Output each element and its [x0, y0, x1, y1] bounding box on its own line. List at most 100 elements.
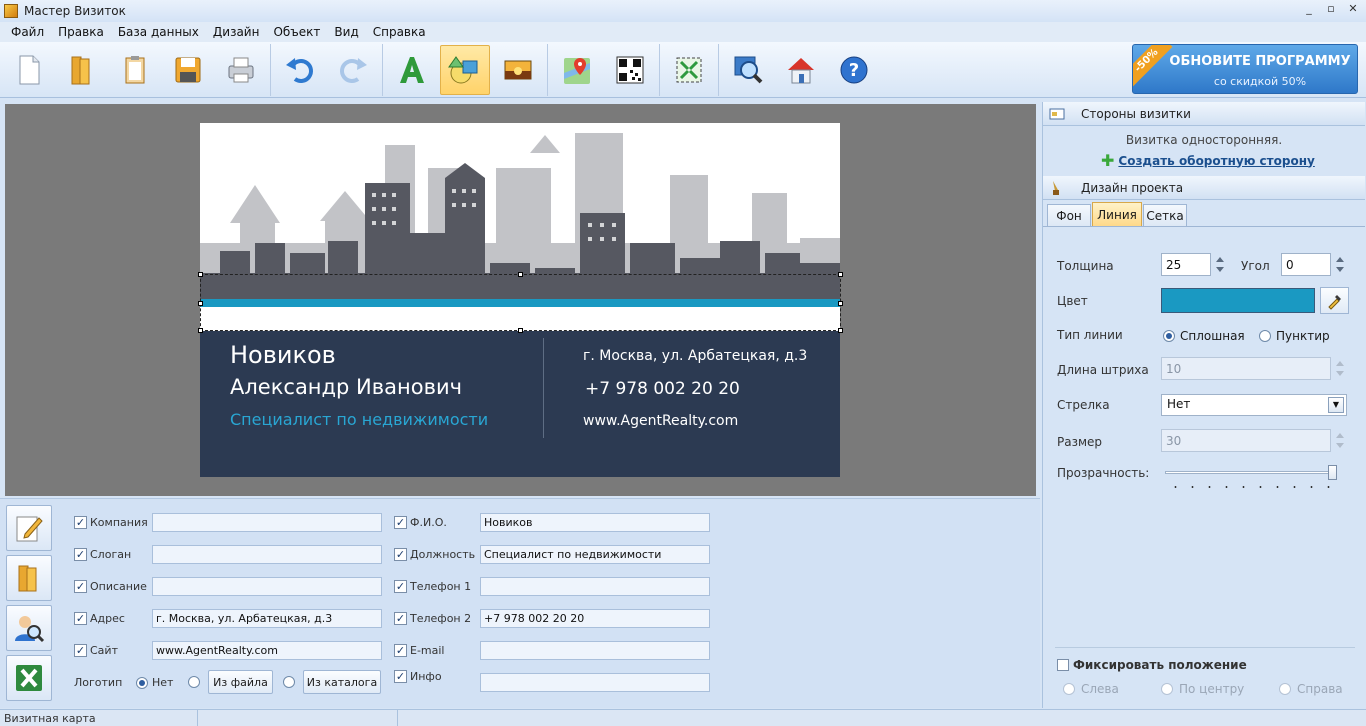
card-address[interactable]: г. Москва, ул. Арбатецкая, д.3 [583, 348, 807, 364]
card-position[interactable]: Специалист по недвижимости [230, 410, 488, 429]
qr-code-button[interactable] [605, 45, 655, 95]
position-field[interactable] [480, 545, 710, 564]
card-website[interactable]: www.AgentRealty.com [583, 413, 738, 429]
size-input[interactable] [1161, 429, 1331, 452]
clipboard-button[interactable] [110, 45, 160, 95]
tab-background[interactable]: Фон [1047, 204, 1091, 226]
position-row[interactable]: ✓ Должность [394, 548, 475, 561]
save-button[interactable] [163, 45, 213, 95]
menu-file[interactable]: Файл [4, 25, 51, 39]
phone1-row[interactable]: ✓ Телефон 1 [394, 580, 471, 593]
phone1-checkbox[interactable]: ✓ [394, 580, 407, 593]
undo-button[interactable] [275, 45, 325, 95]
line-solid-option[interactable]: Сплошная [1163, 329, 1245, 343]
contacts-search-button[interactable] [6, 605, 52, 651]
slogan-field[interactable] [152, 545, 382, 564]
company-field[interactable] [152, 513, 382, 532]
arrow-select[interactable]: Нет ▼ [1161, 394, 1347, 416]
logo-catalog-radio[interactable] [283, 676, 295, 688]
open-button[interactable] [57, 45, 107, 95]
edit-text-button[interactable] [6, 505, 52, 551]
fix-position-checkbox[interactable] [1057, 659, 1069, 671]
resize-handle[interactable] [518, 328, 523, 333]
line-dotted-radio[interactable] [1259, 330, 1271, 342]
info-checkbox[interactable]: ✓ [394, 670, 407, 683]
slogan-checkbox[interactable]: ✓ [74, 548, 87, 561]
menu-view[interactable]: Вид [327, 25, 365, 39]
accent-line[interactable] [200, 299, 840, 307]
description-field[interactable] [152, 577, 382, 596]
phone2-field[interactable] [480, 609, 710, 628]
website-field[interactable] [152, 641, 382, 660]
resize-handle[interactable] [198, 301, 203, 306]
create-back-side-link[interactable]: ✚ Создать оборотную сторону [1101, 151, 1315, 170]
fit-to-screen-button[interactable] [664, 45, 714, 95]
resize-handle[interactable] [518, 272, 523, 277]
menu-database[interactable]: База данных [111, 25, 206, 39]
opacity-slider-thumb[interactable] [1328, 465, 1337, 480]
website-checkbox[interactable]: ✓ [74, 644, 87, 657]
position-checkbox[interactable]: ✓ [394, 548, 407, 561]
text-button[interactable] [387, 45, 437, 95]
new-button[interactable] [4, 45, 54, 95]
shape-button[interactable] [440, 44, 490, 95]
menu-edit[interactable]: Правка [51, 25, 111, 39]
business-card[interactable]: Новиков Александр Иванович Специалист по… [200, 123, 840, 477]
tab-grid[interactable]: Сетка [1143, 204, 1187, 226]
email-field[interactable] [480, 641, 710, 660]
card-surname[interactable]: Новиков [230, 341, 336, 369]
logo-file-option[interactable] [188, 676, 200, 688]
resize-handle[interactable] [838, 301, 843, 306]
thickness-spinner[interactable] [1213, 253, 1227, 276]
card-full-name[interactable]: Александр Иванович [230, 375, 462, 399]
align-left-radio[interactable] [1063, 683, 1075, 695]
logo-catalog-option[interactable] [283, 676, 295, 688]
resize-handle[interactable] [838, 272, 843, 277]
upgrade-promo-button[interactable]: -50% ОБНОВИТЕ ПРОГРАММУ со скидкой 50% [1132, 44, 1358, 94]
menu-help[interactable]: Справка [366, 25, 433, 39]
address-field[interactable] [152, 609, 382, 628]
menu-design[interactable]: Дизайн [206, 25, 267, 39]
logo-file-radio[interactable] [188, 676, 200, 688]
line-dotted-option[interactable]: Пунктир [1259, 329, 1330, 343]
align-center-option[interactable]: По центру [1161, 682, 1244, 696]
logo-from-file-button[interactable]: Из файла [208, 670, 273, 694]
info-row[interactable]: ✓ Инфо [394, 670, 442, 683]
info-field[interactable] [480, 673, 710, 692]
size-spinner[interactable] [1333, 429, 1347, 452]
map-button[interactable] [552, 45, 602, 95]
address-row[interactable]: ✓ Адрес [74, 612, 125, 625]
opacity-slider-track[interactable] [1165, 471, 1337, 474]
tab-line[interactable]: Линия [1092, 202, 1142, 226]
database-button[interactable] [6, 555, 52, 601]
phone1-field[interactable] [480, 577, 710, 596]
zoom-button[interactable] [723, 45, 773, 95]
chevron-down-icon[interactable]: ▼ [1328, 397, 1344, 413]
align-right-option[interactable]: Справа [1279, 682, 1343, 696]
phone2-checkbox[interactable]: ✓ [394, 612, 407, 625]
help-button[interactable]: ? [829, 45, 879, 95]
address-checkbox[interactable]: ✓ [74, 612, 87, 625]
email-checkbox[interactable]: ✓ [394, 644, 407, 657]
slogan-row[interactable]: ✓ Слоган [74, 548, 131, 561]
dash-length-input[interactable] [1161, 357, 1331, 380]
close-button[interactable]: ✕ [1340, 2, 1366, 18]
dash-length-spinner[interactable] [1333, 357, 1347, 380]
print-button[interactable] [216, 45, 266, 95]
angle-input[interactable] [1281, 253, 1331, 276]
canvas-area[interactable]: Новиков Александр Иванович Специалист по… [5, 104, 1036, 496]
excel-import-button[interactable] [6, 655, 52, 701]
fio-row[interactable]: ✓ Ф.И.О. [394, 516, 447, 529]
align-right-radio[interactable] [1279, 683, 1291, 695]
website-row[interactable]: ✓ Сайт [74, 644, 118, 657]
resize-handle[interactable] [198, 328, 203, 333]
description-checkbox[interactable]: ✓ [74, 580, 87, 593]
logo-none-option[interactable]: Нет [136, 676, 173, 689]
fio-checkbox[interactable]: ✓ [394, 516, 407, 529]
color-picker-button[interactable] [1320, 287, 1349, 314]
fio-field[interactable] [480, 513, 710, 532]
align-left-option[interactable]: Слева [1063, 682, 1119, 696]
fix-position-option[interactable]: Фиксировать положение [1057, 658, 1247, 672]
resize-handle[interactable] [838, 328, 843, 333]
color-swatch[interactable] [1161, 288, 1315, 313]
